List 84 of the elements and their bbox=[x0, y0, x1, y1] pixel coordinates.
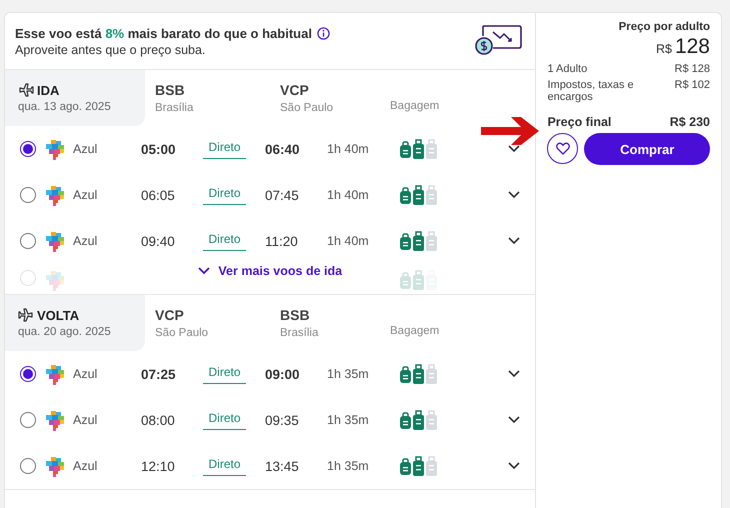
favorite-button[interactable] bbox=[547, 133, 578, 164]
stops-label: Direto bbox=[203, 456, 246, 476]
chevron-down-icon[interactable] bbox=[508, 416, 520, 424]
airline-logo-icon bbox=[45, 364, 66, 384]
chevron-down-icon[interactable] bbox=[508, 370, 520, 378]
price-caption: Preço por adulto bbox=[618, 21, 710, 33]
departure-time: 12:10 bbox=[141, 458, 176, 474]
savings-headline: Esse voo está 8% mais barato do que o habitual bbox=[15, 26, 312, 40]
departure-time: 08:00 bbox=[141, 412, 176, 428]
airline-logo-icon bbox=[45, 270, 66, 291]
stops-label: Direto bbox=[203, 410, 246, 430]
airline-logo-icon bbox=[45, 410, 66, 430]
total-price: R$ 230 bbox=[670, 115, 710, 129]
radio-button[interactable] bbox=[20, 366, 36, 382]
airline-logo-icon bbox=[45, 230, 66, 252]
price-drop-icon bbox=[473, 24, 524, 58]
airline-name: Azul bbox=[73, 234, 98, 248]
price-line-label: 1 Adulto bbox=[547, 63, 588, 75]
airport-code: BSB bbox=[155, 82, 186, 98]
departure-time: 06:05 bbox=[141, 188, 176, 202]
flight-duration: 1h 40m bbox=[327, 142, 370, 156]
airline-name: Azul bbox=[73, 413, 98, 427]
flight-duration: 1h 40m bbox=[327, 234, 370, 248]
airport-code: BSB bbox=[280, 307, 311, 323]
leg-title: VOLTA bbox=[37, 308, 80, 322]
arrival-time: 13:45 bbox=[265, 458, 300, 474]
arrival-time: 09:35 bbox=[265, 412, 300, 428]
airplane-icon bbox=[18, 307, 34, 323]
total-label: Preço final bbox=[547, 115, 612, 129]
chevron-down-icon[interactable] bbox=[508, 191, 520, 199]
stops-label: Direto bbox=[203, 364, 246, 384]
airplane-icon bbox=[18, 82, 34, 98]
airline-logo-icon bbox=[45, 456, 66, 476]
airline-logo-icon bbox=[45, 138, 66, 160]
chevron-down-icon[interactable] bbox=[508, 237, 520, 245]
radio-button[interactable] bbox=[20, 141, 36, 157]
column-header: Bagagem bbox=[390, 99, 440, 114]
price-line-label: Impostos, taxas e encargos bbox=[547, 79, 635, 103]
buy-button[interactable]: Comprar bbox=[584, 133, 710, 165]
flight-duration: 1h 35m bbox=[327, 413, 370, 427]
radio-button[interactable] bbox=[20, 458, 36, 474]
chevron-down-icon bbox=[198, 267, 210, 275]
radio-button[interactable] bbox=[20, 187, 36, 203]
airline-name: Azul bbox=[73, 367, 98, 381]
chevron-down-icon[interactable] bbox=[508, 145, 520, 153]
city-name: Brasília bbox=[155, 102, 194, 114]
stops-label: Direto bbox=[203, 186, 246, 204]
arrival-time: 09:00 bbox=[265, 366, 301, 382]
price-line-value: R$ 102 bbox=[674, 79, 710, 93]
leg-date: qua. 20 ago. 2025 bbox=[18, 326, 112, 338]
radio-button[interactable] bbox=[20, 233, 36, 249]
airline-logo-icon bbox=[45, 184, 66, 206]
suitcase-icon bbox=[413, 270, 424, 290]
airport-code: VCP bbox=[155, 307, 185, 323]
leg-title: IDA bbox=[37, 82, 60, 98]
currency-label: R$ bbox=[656, 42, 672, 56]
city-name: Brasília bbox=[280, 327, 320, 339]
flight-duration: 1h 35m bbox=[327, 367, 370, 381]
stops-label: Direto bbox=[203, 232, 246, 250]
backpack-icon bbox=[400, 272, 411, 289]
radio-button[interactable] bbox=[20, 412, 36, 428]
info-icon[interactable] bbox=[316, 26, 330, 40]
airline-name: Azul bbox=[73, 459, 98, 473]
departure-time: 07:25 bbox=[141, 366, 177, 382]
arrival-time: 07:45 bbox=[265, 188, 300, 202]
departure-time: 09:40 bbox=[141, 234, 176, 248]
price-amount: 128 bbox=[674, 35, 710, 59]
flight-duration: 1h 40m bbox=[327, 188, 370, 202]
leg-date: qua. 13 ago. 2025 bbox=[18, 101, 112, 113]
savings-subline: Aproveite antes que o preço suba. bbox=[15, 42, 206, 56]
airline-name: Azul bbox=[73, 142, 98, 156]
chevron-down-icon[interactable] bbox=[508, 462, 520, 470]
flight-duration: 1h 35m bbox=[327, 459, 370, 473]
price-line-value: R$ 128 bbox=[674, 63, 710, 75]
airport-code: VCP bbox=[280, 82, 310, 98]
departure-time: 05:00 bbox=[141, 142, 177, 156]
stops-label: Direto bbox=[203, 140, 246, 158]
heart-icon bbox=[556, 142, 570, 155]
arrival-time: 11:20 bbox=[265, 234, 299, 248]
column-header: Bagagem bbox=[390, 324, 440, 339]
airline-name: Azul bbox=[73, 188, 98, 202]
city-name: São Paulo bbox=[280, 102, 334, 114]
city-name: São Paulo bbox=[155, 327, 210, 339]
arrival-time: 06:40 bbox=[265, 142, 301, 156]
